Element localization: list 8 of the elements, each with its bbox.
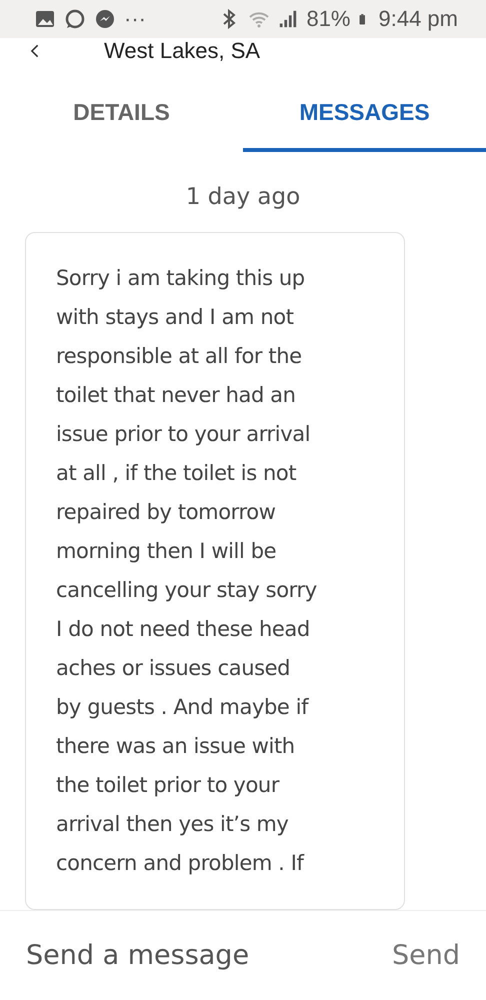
message-text: Sorry i am taking this up with stays and I am not responsible at all for the toilet that never had an issue prior to your arrival at all , if the toilet is not repaired by tomorrow morning then I will be cancelling your stay sorry I do not need these head aches or issues caused by guests . And maybe if there was an issue with the toilet prior to your arrival then yes it’s my concern and problem . If <box>56 265 318 877</box>
battery-percent: 81% <box>306 6 350 32</box>
more-notifications: ··· <box>124 6 146 32</box>
message-input[interactable]: Send a message <box>24 939 392 972</box>
clock: 9:44 pm <box>378 6 458 32</box>
listing-title: West Lakes, SA <box>104 38 260 64</box>
send-button[interactable]: Send <box>392 940 460 971</box>
message-time: 1 day ago <box>184 184 302 210</box>
